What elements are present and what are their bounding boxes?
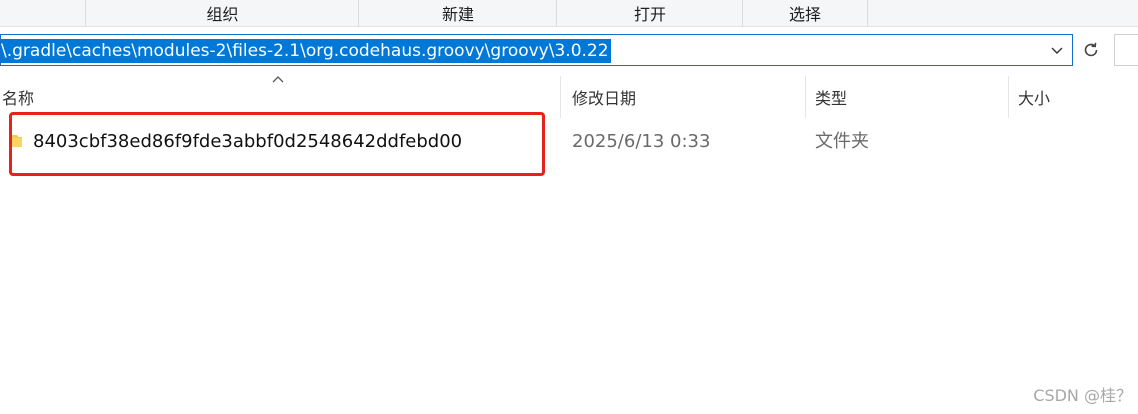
address-bar[interactable]: \.gradle\caches\modules-2\files-2.1\org.… bbox=[0, 34, 1073, 66]
file-modified-date: 2025/6/13 0:33 bbox=[572, 131, 711, 152]
column-header-size[interactable]: 大小 bbox=[1018, 84, 1050, 114]
ribbon-groups: 组织 新建 打开 选择 bbox=[0, 0, 1138, 27]
refresh-button[interactable] bbox=[1076, 34, 1106, 66]
ribbon-group-new[interactable]: 新建 bbox=[358, 0, 557, 26]
refresh-icon bbox=[1084, 42, 1098, 57]
ribbon-group-label: 组织 bbox=[206, 5, 239, 24]
annotation-highlight-box bbox=[9, 112, 545, 176]
column-divider[interactable] bbox=[1008, 76, 1009, 118]
column-header-type[interactable]: 类型 bbox=[815, 84, 847, 114]
address-path-selected[interactable]: \.gradle\caches\modules-2\files-2.1\org.… bbox=[1, 39, 611, 63]
ribbon-group-organize[interactable]: 组织 bbox=[85, 0, 359, 26]
file-explorer-window: 组织 新建 打开 选择 \.gradle\caches\modules-2\fi… bbox=[0, 0, 1138, 414]
column-divider[interactable] bbox=[805, 76, 806, 118]
search-input[interactable] bbox=[1114, 34, 1138, 66]
column-header-name[interactable]: 名称 bbox=[2, 84, 34, 114]
ribbon-group-select[interactable]: 选择 bbox=[742, 0, 868, 26]
ribbon-group-label: 新建 bbox=[441, 5, 474, 24]
sort-ascending-icon bbox=[272, 76, 284, 83]
address-row: \.gradle\caches\modules-2\files-2.1\org.… bbox=[0, 34, 1138, 68]
column-divider[interactable] bbox=[560, 76, 561, 118]
file-type: 文件夹 bbox=[815, 131, 869, 152]
watermark: CSDN @桂？ bbox=[1033, 386, 1132, 405]
ribbon-group-label: 打开 bbox=[633, 5, 666, 24]
chevron-down-icon[interactable] bbox=[1048, 41, 1066, 59]
ribbon-group-label: 选择 bbox=[788, 5, 821, 24]
column-header-modified[interactable]: 修改日期 bbox=[572, 84, 636, 114]
ribbon-group-open[interactable]: 打开 bbox=[556, 0, 743, 26]
